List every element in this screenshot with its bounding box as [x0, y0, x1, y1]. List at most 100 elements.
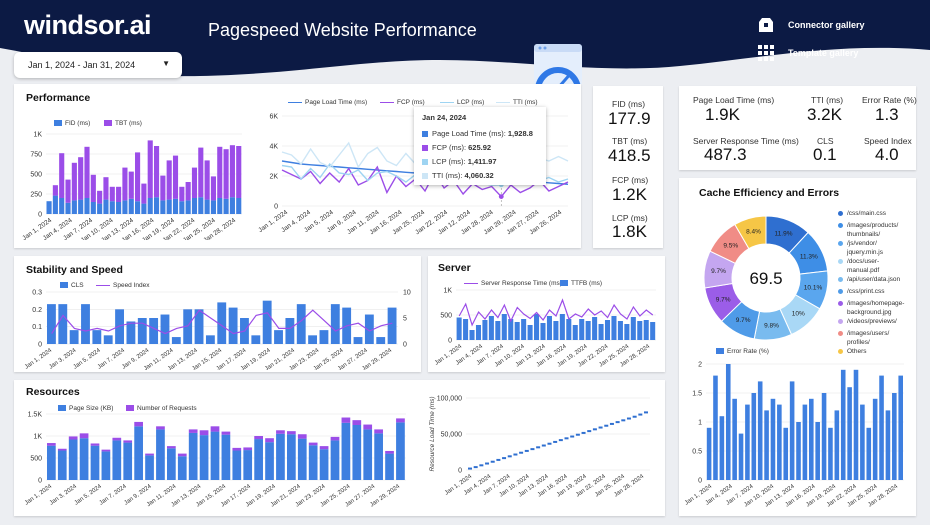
cache-legend-item[interactable]: /css/print.css: [838, 287, 885, 296]
y-tick-label: 50,000: [441, 432, 463, 439]
tbt-bar: [135, 152, 141, 202]
plt-legend[interactable]: Page Load Time (ms): [288, 99, 367, 106]
slice-label: 9.7%: [736, 317, 751, 324]
ttfb-bar: [514, 322, 520, 340]
requests-bar: [232, 447, 242, 451]
page-size-bar: [210, 431, 220, 480]
slice-label: 10%: [792, 311, 805, 318]
server-title: Server: [438, 262, 471, 274]
fid-bar: [103, 199, 109, 214]
fid-bar: [236, 198, 242, 214]
cls-bar: [205, 335, 215, 344]
error-rate-bar: [789, 381, 795, 480]
cache-legend-item[interactable]: /images/products/thumbnails/: [838, 221, 898, 239]
page-size-bar: [123, 442, 133, 480]
cls-bar: [285, 318, 295, 344]
grid-icon[interactable]: [757, 44, 775, 62]
error-rate-bar: [719, 416, 725, 480]
y-tick-label: 500: [30, 456, 42, 463]
requests-bar: [297, 434, 307, 439]
load-point: [558, 439, 563, 442]
y-tick-label: 0.5: [692, 449, 702, 456]
tooltip-row: FCP (ms): 625.92: [422, 143, 491, 152]
y2-tick-label: 5: [403, 316, 407, 323]
lcp-value: 1.8K: [612, 222, 647, 241]
logo[interactable]: windsor.ai: [24, 10, 152, 41]
cls-bar: [387, 307, 397, 344]
cache-legend-item[interactable]: /js/vendor/jquery.min.js: [838, 239, 883, 257]
cls-bar: [92, 330, 102, 344]
cache-legend-item[interactable]: /images/homepage-background.jpg: [838, 299, 904, 317]
date-range-picker[interactable]: Jan 1, 2024 - Jan 31, 2024 ▼: [14, 52, 182, 78]
requests-bar: [374, 429, 383, 434]
legend-dot: [838, 319, 843, 324]
lcp-legend[interactable]: LCP (ms): [440, 99, 484, 106]
tti-value: 3.2K: [807, 105, 842, 124]
fid-label: FID (ms): [612, 99, 646, 109]
error-rate-bar: [764, 410, 769, 480]
requests-bar: [221, 431, 231, 435]
y-tick-label: 0.3: [32, 290, 42, 297]
requests-bar: [276, 430, 285, 434]
fcp-legend[interactable]: FCP (ms): [380, 99, 425, 106]
fid-bar: [109, 201, 115, 214]
page-size-bar: [265, 442, 274, 480]
ttfb-bar: [637, 321, 643, 340]
requests-bar: [134, 421, 143, 427]
page-size-bar: [297, 438, 307, 480]
cache-legend-item[interactable]: /css/main.css: [838, 209, 886, 218]
tbt-legend[interactable]: TBT (ms): [104, 120, 142, 127]
ttfb-bar: [579, 319, 585, 340]
fid-bar: [52, 195, 58, 214]
ttfb-bar: [527, 325, 533, 340]
y-tick-label: 1K: [33, 434, 42, 441]
cache-donut-chart: 11.9% 11.3% 10.1% 10% 9.8% 9.7% 9.7% 9.7% 9.5% 8.…: [703, 215, 829, 341]
cls-bar: [103, 335, 113, 344]
fid-bar: [122, 200, 128, 214]
tbt-bar: [153, 146, 160, 198]
page-size-bar: [156, 429, 165, 480]
cache-title: Cache Efficiency and Errors: [699, 187, 840, 199]
connector-gallery-link[interactable]: Connector gallery: [788, 20, 865, 30]
cls-bar: [58, 304, 68, 344]
ttfb-bar: [566, 319, 572, 340]
caret-down-icon: ▼: [162, 59, 170, 68]
legend-label: /api/user/data.json: [847, 276, 901, 283]
load-point: [615, 421, 620, 424]
cache-legend-item[interactable]: /images/users/profiles/: [838, 329, 889, 347]
chart-tooltip: Jan 24, 2024 Page Load Time (ms): 1,928.…: [414, 107, 546, 185]
y-tick-label: 1K: [443, 288, 452, 295]
tbt-bar: [204, 160, 210, 200]
legend-label: /images/users/profiles/: [847, 330, 890, 346]
fid-bar: [116, 202, 122, 214]
cache-legend-item[interactable]: /videos/previews/: [838, 317, 897, 326]
page-size-bar: [341, 422, 351, 480]
page-size-bar: [232, 450, 242, 480]
date-range-value: Jan 1, 2024 - Jan 31, 2024: [28, 60, 136, 70]
legend-label: /docs/user-manual.pdf: [847, 258, 880, 274]
error-rate-bar: [808, 398, 814, 480]
fid-bar: [153, 197, 160, 214]
connector-icon[interactable]: [757, 16, 775, 34]
error-rate-bar: [821, 393, 827, 480]
performance-bar-chart: 02505007501KJan 1, 2024Jan 4, 2024Jan 7,…: [21, 132, 242, 240]
tti-legend[interactable]: TTI (ms): [496, 99, 538, 106]
ttfb-bar: [546, 316, 552, 340]
metrics-card: Page Load Time (ms) 1.9K TTI (ms) 3.2K E…: [679, 86, 917, 170]
resources-chart: 05001K1.5KJan 1, 2024Jan 3, 2024Jan 5, 2…: [24, 412, 406, 509]
page-size-bar: [177, 456, 187, 480]
ttfb-bar: [611, 316, 617, 340]
error-rate-bar: [783, 427, 789, 480]
page-size-bar: [385, 453, 394, 480]
cache-legend-item[interactable]: /docs/user-manual.pdf: [838, 257, 879, 275]
tooltip-row: LCP (ms): 1,411.97: [422, 157, 496, 166]
ttfb-bar: [643, 320, 649, 340]
y-tick-label: 0.1: [32, 324, 42, 331]
legend-label: /js/vendor/jquery.min.js: [847, 240, 884, 256]
cache-legend-item[interactable]: /api/user/data.json: [838, 275, 900, 284]
template-gallery-link[interactable]: Template gallery: [788, 48, 858, 58]
requests-bar: [287, 431, 296, 435]
fid-legend[interactable]: FID (ms): [54, 120, 90, 127]
load-point: [575, 433, 580, 436]
error-rate-bar: [879, 375, 884, 480]
